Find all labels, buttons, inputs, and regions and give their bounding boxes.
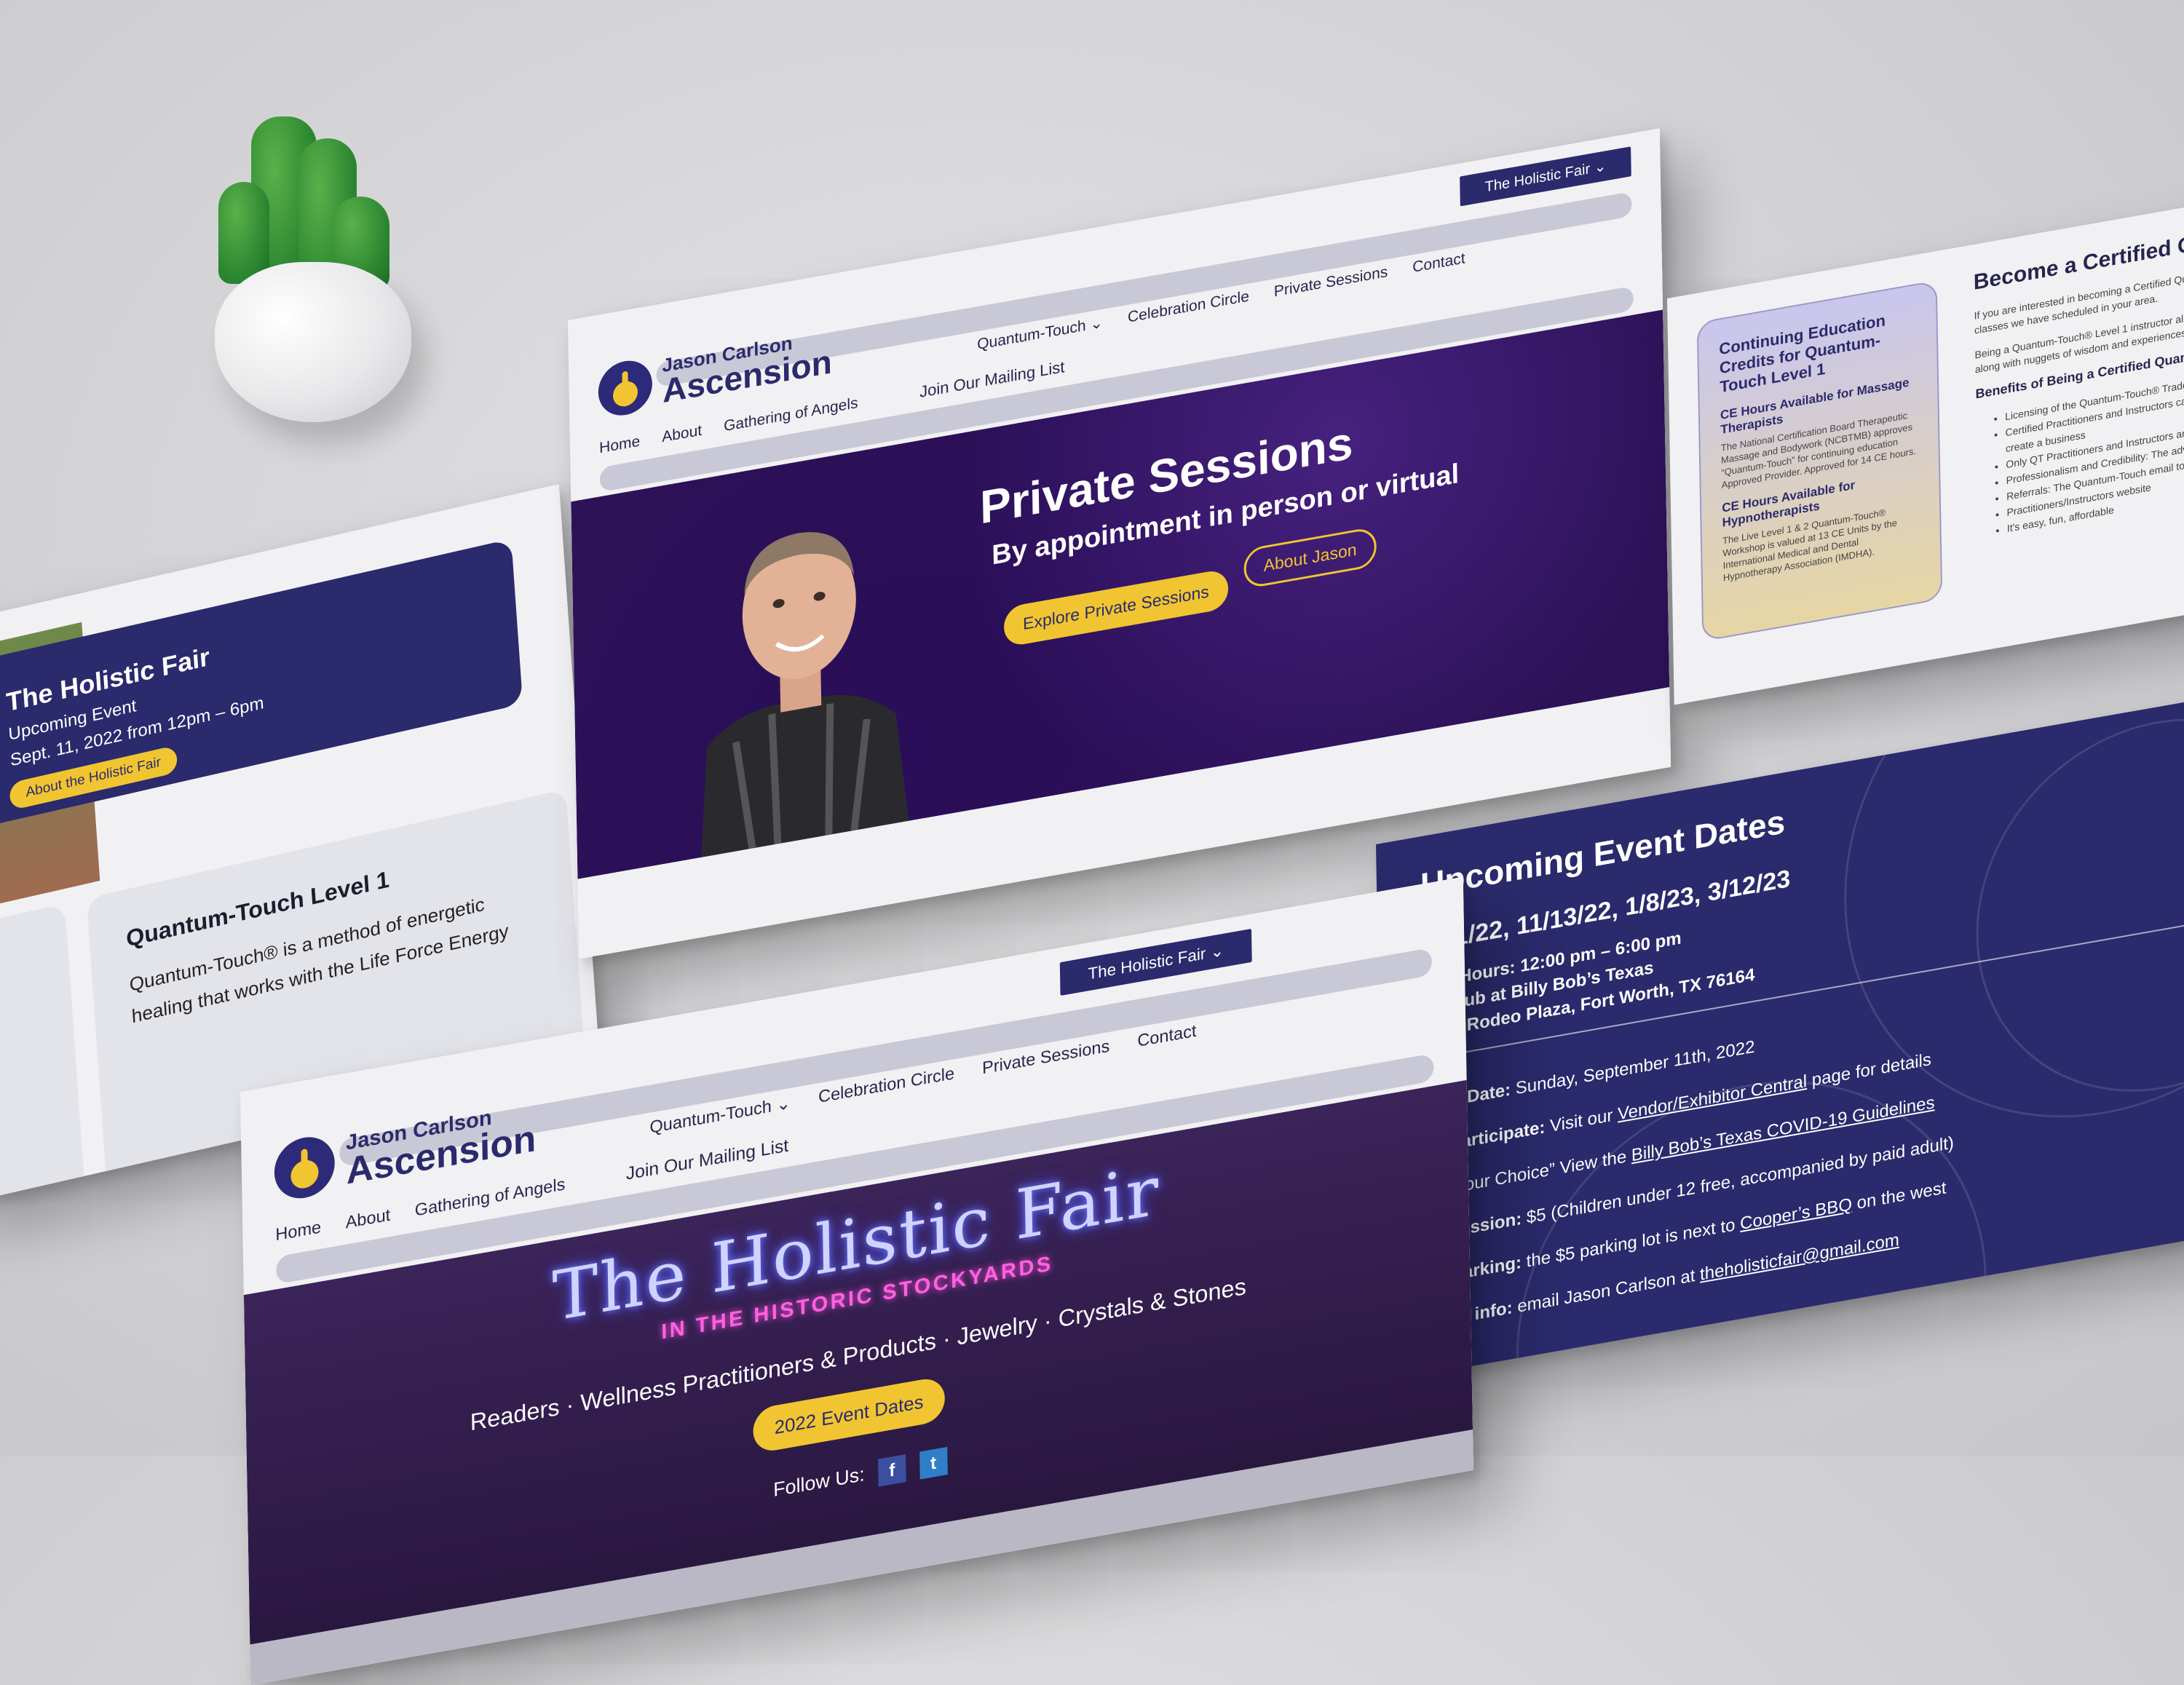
nav-contact[interactable]: Contact: [1412, 250, 1465, 277]
event-dates-button[interactable]: 2022 Event Dates: [753, 1376, 946, 1454]
nav-about[interactable]: About: [662, 422, 702, 447]
follow-label: Follow Us:: [772, 1463, 865, 1502]
logo-icon: [598, 356, 653, 420]
nav-contact[interactable]: Contact: [1137, 1022, 1197, 1052]
certification-webpage: Continuing Education Credits for Quantum…: [1667, 145, 2184, 705]
logo-icon: [274, 1132, 336, 1203]
participate-text: Visit our: [1549, 1105, 1613, 1136]
explore-private-sessions-button[interactable]: Explore Private Sessions: [1003, 568, 1229, 648]
plant-pot: [215, 262, 411, 422]
ce-credits-box: Continuing Education Credits for Quantum…: [1696, 279, 1943, 642]
about-jason-button[interactable]: About Jason: [1243, 526, 1377, 590]
facebook-icon[interactable]: f: [878, 1454, 906, 1487]
nav-home[interactable]: Home: [599, 433, 640, 458]
upcoming-event-panel: The Holistic Fair Upcoming Event Sept. 1…: [0, 539, 523, 830]
jason-portrait: [701, 532, 909, 857]
coopers-bbq-link[interactable]: Cooper’s BBQ: [1740, 1194, 1852, 1234]
twitter-icon[interactable]: t: [919, 1446, 948, 1480]
side-panel: [0, 903, 85, 1208]
parking-text-end: on the west: [1856, 1178, 1947, 1213]
nav-home[interactable]: Home: [275, 1218, 321, 1245]
nav-about[interactable]: About: [345, 1205, 390, 1233]
cert-main-content: Become a Certified Quantum-Touch® Practi…: [1974, 175, 2184, 553]
